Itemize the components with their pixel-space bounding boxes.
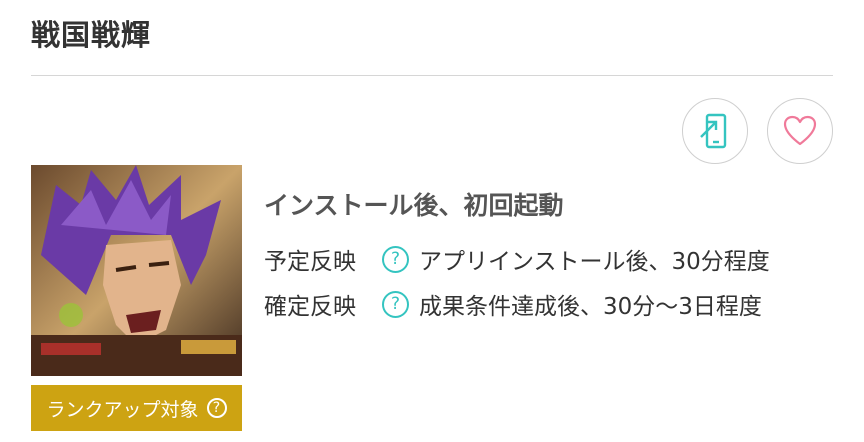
favorite-button[interactable]: [767, 98, 833, 164]
row-value: 成果条件達成後、30分〜3日程度: [419, 294, 762, 320]
page-title: 戦国戦輝: [31, 18, 152, 52]
help-icon[interactable]: ?: [382, 290, 409, 318]
rank-up-badge[interactable]: ランクアップ対象 ?: [31, 385, 242, 431]
game-thumbnail: [31, 165, 242, 376]
divider: [31, 75, 833, 76]
row-value: アプリインストール後、30分程度: [419, 249, 770, 275]
row-label: 予定反映: [264, 249, 356, 275]
install-on-phone-button[interactable]: [682, 98, 748, 164]
condition-title: インストール後、初回起動: [264, 191, 564, 220]
row-label: 確定反映: [264, 294, 356, 320]
condition-row: 確定反映 ? 成果条件達成後、30分〜3日程度: [264, 287, 762, 321]
condition-row: 予定反映 ? アプリインストール後、30分程度: [264, 242, 770, 276]
rank-up-label: ランクアップ対象: [46, 398, 199, 421]
help-icon[interactable]: ?: [206, 398, 227, 418]
help-icon[interactable]: ?: [382, 245, 409, 273]
game-character-thumbnail: [31, 165, 242, 376]
heart-icon: [783, 115, 817, 146]
phone-install-icon: [700, 113, 727, 149]
